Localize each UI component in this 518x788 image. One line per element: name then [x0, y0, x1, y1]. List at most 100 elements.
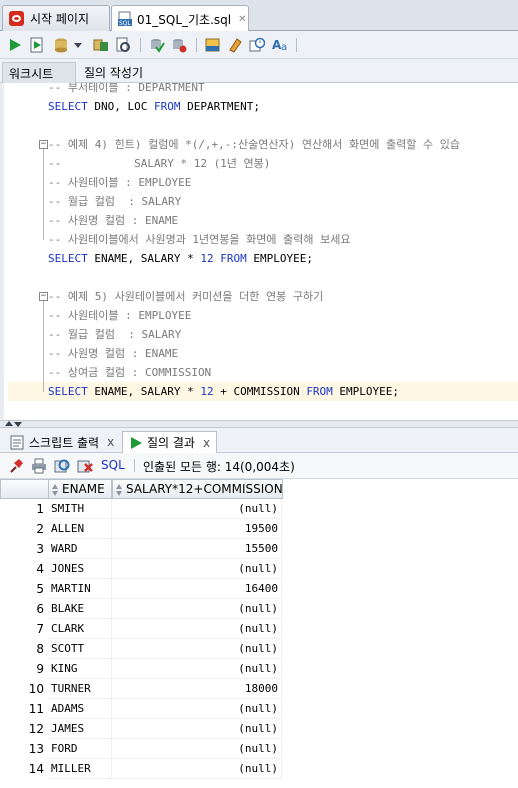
refresh-icon[interactable]: [53, 457, 71, 475]
cell-ename[interactable]: WARD: [48, 539, 112, 559]
explain-plan-icon[interactable]: [92, 36, 110, 54]
result-grid: ENAME SALARY*12+COMMISSION 1 SMITH (null) 2…: [0, 479, 518, 788]
cell-salary-commission[interactable]: (null): [112, 759, 282, 779]
cell-salary-commission[interactable]: (null): [112, 699, 282, 719]
code-line[interactable]: SELECT DNO, LOC FROM DEPARTMENT;: [48, 97, 260, 116]
row-number: 3: [36, 542, 44, 556]
close-icon[interactable]: ✕: [238, 14, 246, 25]
tab-script-output[interactable]: 스크립트 출력 x: [4, 431, 120, 453]
column-header-ename[interactable]: ENAME: [48, 479, 112, 499]
cancel-query-icon[interactable]: [76, 457, 94, 475]
cell-ename[interactable]: MILLER: [48, 759, 112, 779]
result-toolbar: SQL 인출된 모든 행: 14(0,004초): [0, 453, 518, 479]
cell-ename[interactable]: TURNER: [48, 679, 112, 699]
column-header-salary-commission[interactable]: SALARY*12+COMMISSION: [112, 479, 283, 499]
cell-salary-commission[interactable]: (null): [112, 599, 282, 619]
cell-ename[interactable]: BLAKE: [48, 599, 112, 619]
cell-salary-commission[interactable]: 16400: [112, 579, 282, 599]
row-number: 1: [36, 502, 44, 516]
cell-salary-commission[interactable]: (null): [112, 619, 282, 639]
fold-toggle-icon[interactable]: −: [39, 292, 48, 301]
code-line[interactable]: -- 부서테이블 : DEPARTMENT: [48, 83, 205, 97]
cell-ename[interactable]: JAMES: [48, 719, 112, 739]
cell-ename[interactable]: JONES: [48, 559, 112, 579]
sort-icon[interactable]: [52, 483, 59, 496]
cell-ename[interactable]: SCOTT: [48, 639, 112, 659]
fetch-status: 인출된 모든 행: 14(0,004초): [143, 460, 295, 474]
cell-ename[interactable]: MARTIN: [48, 579, 112, 599]
cell-salary-commission[interactable]: (null): [112, 739, 282, 759]
cell-salary-commission[interactable]: 19500: [112, 519, 282, 539]
sql-keyword: FROM: [220, 252, 247, 265]
sql-comment: -- 사원명 컬럼 : ENAME: [48, 347, 179, 360]
autotrace-icon[interactable]: [114, 36, 132, 54]
row-number: 2: [36, 522, 44, 536]
cell-ename[interactable]: CLARK: [48, 619, 112, 639]
pin-icon[interactable]: [7, 457, 25, 475]
sql-editor[interactable]: -- 부서테이블 : DEPARTMENT SELECT DNO, LOC FRO…: [0, 83, 518, 420]
tab-sql-file[interactable]: SQL 01_SQL_기초.sql ✕: [111, 5, 249, 32]
close-icon[interactable]: x: [107, 435, 114, 449]
script-output-icon: [10, 435, 24, 449]
commit-icon[interactable]: [52, 36, 70, 54]
cell-salary-commission[interactable]: (null): [112, 659, 282, 679]
code-line[interactable]: -- 사원테이블에서 사원명과 1년연봉을 화면에 출력해 보세요: [48, 230, 350, 249]
cell-ename[interactable]: ALLEN: [48, 519, 112, 539]
fold-guide: [43, 301, 44, 392]
svg-text:SQL: SQL: [119, 20, 132, 27]
commit-db-icon[interactable]: [148, 36, 166, 54]
eraser-icon[interactable]: [226, 36, 244, 54]
history-icon[interactable]: [248, 36, 266, 54]
tab-query-builder[interactable]: 질의 작성기: [78, 62, 158, 83]
row-number: 4: [36, 562, 44, 576]
sql-button[interactable]: SQL: [101, 458, 125, 472]
format-text-icon[interactable]: Aa: [272, 36, 290, 54]
print-icon[interactable]: [30, 457, 48, 475]
collapse-down-icon[interactable]: [14, 422, 22, 427]
code-line[interactable]: -- 월급 컬럼 : SALARY: [48, 192, 181, 211]
cell-salary-commission[interactable]: (null): [112, 559, 282, 579]
code-line[interactable]: -- 사원테이블 : EMPLOYEE: [48, 306, 191, 325]
row-number: 7: [36, 622, 44, 636]
code-line[interactable]: SELECT ENAME, SALARY * 12 + COMMISSION F…: [48, 382, 399, 401]
code-line[interactable]: -- SALARY * 12 (1년 연봉): [48, 154, 270, 173]
cell-ename[interactable]: KING: [48, 659, 112, 679]
run-result-icon: [131, 436, 142, 449]
sql-comment: -- SALARY * 12 (1년 연봉): [48, 157, 271, 170]
cell-salary-commission[interactable]: 18000: [112, 679, 282, 699]
row-number: 5: [36, 582, 44, 596]
code-line[interactable]: -- 예제 4) 힌트) 컬럼에 *(/,+,-:산술연산자) 연산해서 화면에…: [48, 135, 460, 154]
sql-keyword: FROM: [153, 100, 181, 113]
code-line[interactable]: -- 사원명 컬럼 : ENAME: [48, 344, 178, 363]
cell-ename[interactable]: FORD: [48, 739, 112, 759]
code-line[interactable]: -- 사원명 컬럼 : ENAME: [48, 211, 178, 230]
tab-query-result[interactable]: 질의 결과 x: [122, 431, 218, 453]
cell-ename[interactable]: SMITH: [48, 499, 112, 519]
collapse-up-icon[interactable]: [5, 421, 13, 426]
cell-salary-commission[interactable]: (null): [112, 639, 282, 659]
code-line[interactable]: -- 상여금 컬럼 : COMMISSION: [48, 363, 211, 382]
tab-worksheet[interactable]: 워크시트: [2, 62, 76, 83]
panel-splitter[interactable]: [0, 420, 518, 428]
chevron-down-icon[interactable]: [72, 36, 84, 54]
run-statement-icon[interactable]: [6, 36, 24, 54]
code-line[interactable]: -- 월급 컬럼 : SALARY: [48, 325, 181, 344]
cell-salary-commission[interactable]: 15500: [112, 539, 282, 559]
sort-icon[interactable]: [116, 483, 123, 496]
code-line[interactable]: SELECT ENAME, SALARY * 12 FROM EMPLOYEE;: [48, 249, 313, 268]
run-script-icon[interactable]: [28, 36, 46, 54]
row-number: 12: [28, 722, 44, 736]
sql-tuning-icon[interactable]: [204, 36, 222, 54]
fold-toggle-icon[interactable]: −: [39, 140, 48, 149]
cell-salary-commission[interactable]: (null): [112, 499, 282, 519]
cell-salary-commission[interactable]: (null): [112, 719, 282, 739]
tab-start-page[interactable]: 시작 페이지: [2, 5, 110, 31]
code-line[interactable]: -- 사원테이블 : EMPLOYEE: [48, 173, 191, 192]
row-number: 9: [36, 662, 44, 676]
rollback-icon[interactable]: [170, 36, 188, 54]
toolbar-separator: [140, 38, 141, 52]
sql-number: 12: [200, 252, 214, 265]
code-line[interactable]: -- 예제 5) 사원테이블에서 커미션을 더한 연봉 구하기: [48, 287, 323, 306]
close-icon[interactable]: x: [203, 436, 210, 450]
cell-ename[interactable]: ADAMS: [48, 699, 112, 719]
